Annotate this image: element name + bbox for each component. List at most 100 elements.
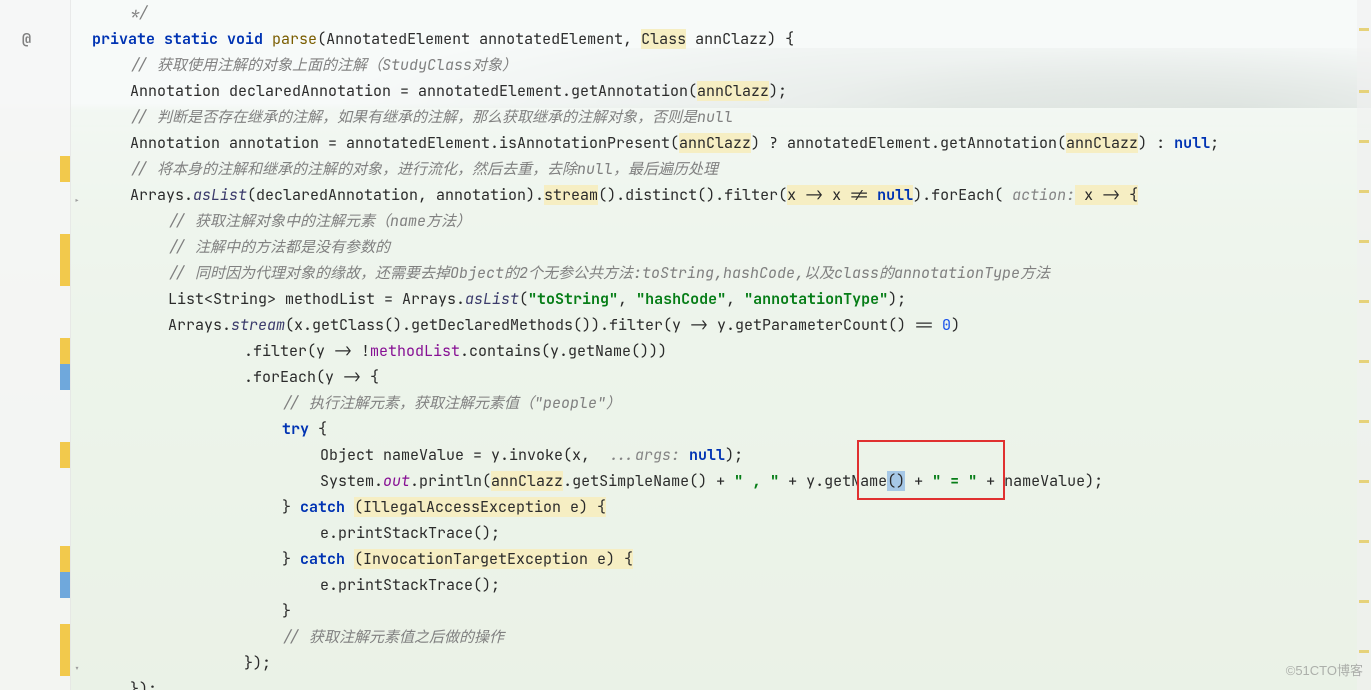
code-token: " , " (734, 471, 779, 491)
code-token: // 注解中的方法都是没有参数的 (168, 237, 390, 257)
right-stripe-mark[interactable] (1359, 540, 1369, 543)
code-line[interactable]: */ (92, 0, 1371, 26)
code-token: x -> { (1075, 185, 1138, 205)
code-token: ( (519, 289, 528, 309)
code-token: ().distinct().filter( (598, 185, 787, 205)
code-line[interactable]: Annotation declaredAnnotation = annotate… (92, 78, 1371, 104)
code-line[interactable]: e.printStackTrace(); (92, 520, 1371, 546)
code-token: out (383, 471, 410, 491)
code-token: ); (725, 445, 743, 465)
code-token (680, 445, 689, 465)
right-stripe-mark[interactable] (1359, 480, 1369, 483)
code-token: , (726, 289, 744, 309)
right-stripe-mark[interactable] (1359, 240, 1369, 243)
code-line[interactable]: private static void parse(AnnotatedEleme… (92, 26, 1371, 52)
code-line[interactable]: } catch (IllegalAccessException e) { (92, 494, 1371, 520)
right-stripe-mark[interactable] (1359, 360, 1369, 363)
code-token: } (282, 497, 300, 517)
watermark: ©51CTO博客 (1286, 658, 1363, 684)
code-token: stream (544, 185, 598, 205)
code-token: */ (130, 3, 148, 23)
right-stripe-mark[interactable] (1359, 190, 1369, 193)
fold-icon[interactable]: ▾ (70, 656, 84, 682)
code-token: x -> x != (787, 185, 877, 205)
code-line[interactable]: // 将本身的注解和继承的注解的对象，进行流化，然后去重，去除null，最后遍历… (92, 156, 1371, 182)
code-line[interactable]: // 获取注解对象中的注解元素（name方法） (92, 208, 1371, 234)
right-stripe-mark[interactable] (1359, 600, 1369, 603)
code-token: // 获取注解对象中的注解元素（name方法） (168, 211, 471, 231)
code-token: ; (1210, 133, 1219, 153)
code-token: // 获取注解元素值之后做的操作 (282, 627, 504, 647)
code-token: ); (769, 81, 787, 101)
code-line[interactable]: } (92, 598, 1371, 624)
code-token: (IllegalAccessException e) { (354, 497, 606, 517)
right-stripe-mark[interactable] (1359, 140, 1369, 143)
code-line[interactable]: // 注解中的方法都是没有参数的 (92, 234, 1371, 260)
code-line[interactable]: // 判断是否存在继承的注解，如果有继承的注解，那么获取继承的注解对象，否则是n… (92, 104, 1371, 130)
code-token: null (877, 185, 913, 205)
right-stripe[interactable] (1357, 0, 1371, 690)
code-token: null (1174, 133, 1210, 153)
code-token: annClazz (1066, 133, 1138, 153)
gutter-yellow-mark (60, 442, 70, 468)
right-stripe-mark[interactable] (1359, 650, 1369, 653)
code-token: Object nameValue = y.invoke(x, (320, 445, 608, 465)
code-line[interactable]: // 同时因为代理对象的缘故，还需要去掉Object的2个无参公共方法:toSt… (92, 260, 1371, 286)
code-token: catch (300, 497, 354, 517)
code-token: Arrays. (168, 315, 231, 335)
gutter[interactable] (0, 0, 71, 690)
code-line[interactable]: // 获取注解元素值之后做的操作 (92, 624, 1371, 650)
code-token: }); (130, 679, 157, 690)
code-line[interactable]: e.printStackTrace(); (92, 572, 1371, 598)
code-token: parse (272, 29, 317, 49)
code-token: annClazz) { (686, 29, 794, 49)
code-token: catch (300, 549, 354, 569)
code-token: } (282, 601, 291, 621)
code-token: private (92, 29, 164, 49)
code-line[interactable]: }); (92, 650, 1371, 676)
code-token: "toString" (528, 289, 618, 309)
code-line[interactable]: .filter(y -> !methodList.contains(y.getN… (92, 338, 1371, 364)
gutter-blue-mark (60, 572, 70, 598)
code-token: { (318, 419, 327, 439)
code-token: + (905, 471, 932, 491)
code-token: null (689, 445, 725, 465)
gutter-yellow-mark (60, 338, 70, 364)
code-line[interactable]: List<String> methodList = Arrays.asList(… (92, 286, 1371, 312)
code-line[interactable]: Object nameValue = y.invoke(x, ...args: … (92, 442, 1371, 468)
code-line[interactable]: System.out.println(annClazz.getSimpleNam… (92, 468, 1371, 494)
right-stripe-mark[interactable] (1359, 28, 1369, 31)
fold-icon[interactable]: ▸ (70, 188, 84, 214)
code-token: List<String> methodList = Arrays. (168, 289, 465, 309)
code-token: System. (320, 471, 383, 491)
code-token: + nameValue); (977, 471, 1103, 491)
code-token: // 将本身的注解和继承的注解的对象，进行流化，然后去重，去除null，最后遍历… (130, 159, 718, 179)
code-line[interactable]: }); (92, 676, 1371, 690)
code-line[interactable]: // 执行注解元素，获取注解元素值（"people"） (92, 390, 1371, 416)
code-token: // 获取使用注解的对象上面的注解（StudyClass对象） (130, 55, 517, 75)
code-token: .forEach(y -> { (244, 367, 379, 387)
code-line[interactable]: } catch (InvocationTargetException e) { (92, 546, 1371, 572)
code-token: ) (951, 315, 960, 335)
code-token: asList (193, 185, 247, 205)
code-token: 0 (942, 315, 951, 335)
gutter-yellow-mark (60, 156, 70, 182)
code-token: e.printStackTrace(); (320, 523, 500, 543)
code-token: ...args: (608, 445, 680, 465)
code-token: ) ? annotatedElement.getAnnotation( (751, 133, 1066, 153)
right-stripe-mark[interactable] (1359, 300, 1369, 303)
code-line[interactable]: Arrays.asList(declaredAnnotation, annota… (92, 182, 1371, 208)
right-stripe-mark[interactable] (1359, 420, 1369, 423)
code-line[interactable]: Arrays.stream(x.getClass().getDeclaredMe… (92, 312, 1371, 338)
right-stripe-mark[interactable] (1359, 90, 1369, 93)
code-token: "hashCode" (636, 289, 726, 309)
code-token: (AnnotatedElement annotatedElement, (317, 29, 641, 49)
gutter-yellow-mark (60, 234, 70, 260)
code-line[interactable]: try { (92, 416, 1371, 442)
code-line[interactable]: Annotation annotation = annotatedElement… (92, 130, 1371, 156)
code-token: Class (641, 29, 686, 49)
code-token: Arrays. (130, 185, 193, 205)
code-line[interactable]: // 获取使用注解的对象上面的注解（StudyClass对象） (92, 52, 1371, 78)
code-line[interactable]: .forEach(y -> { (92, 364, 1371, 390)
code-token: action: (1012, 185, 1075, 205)
